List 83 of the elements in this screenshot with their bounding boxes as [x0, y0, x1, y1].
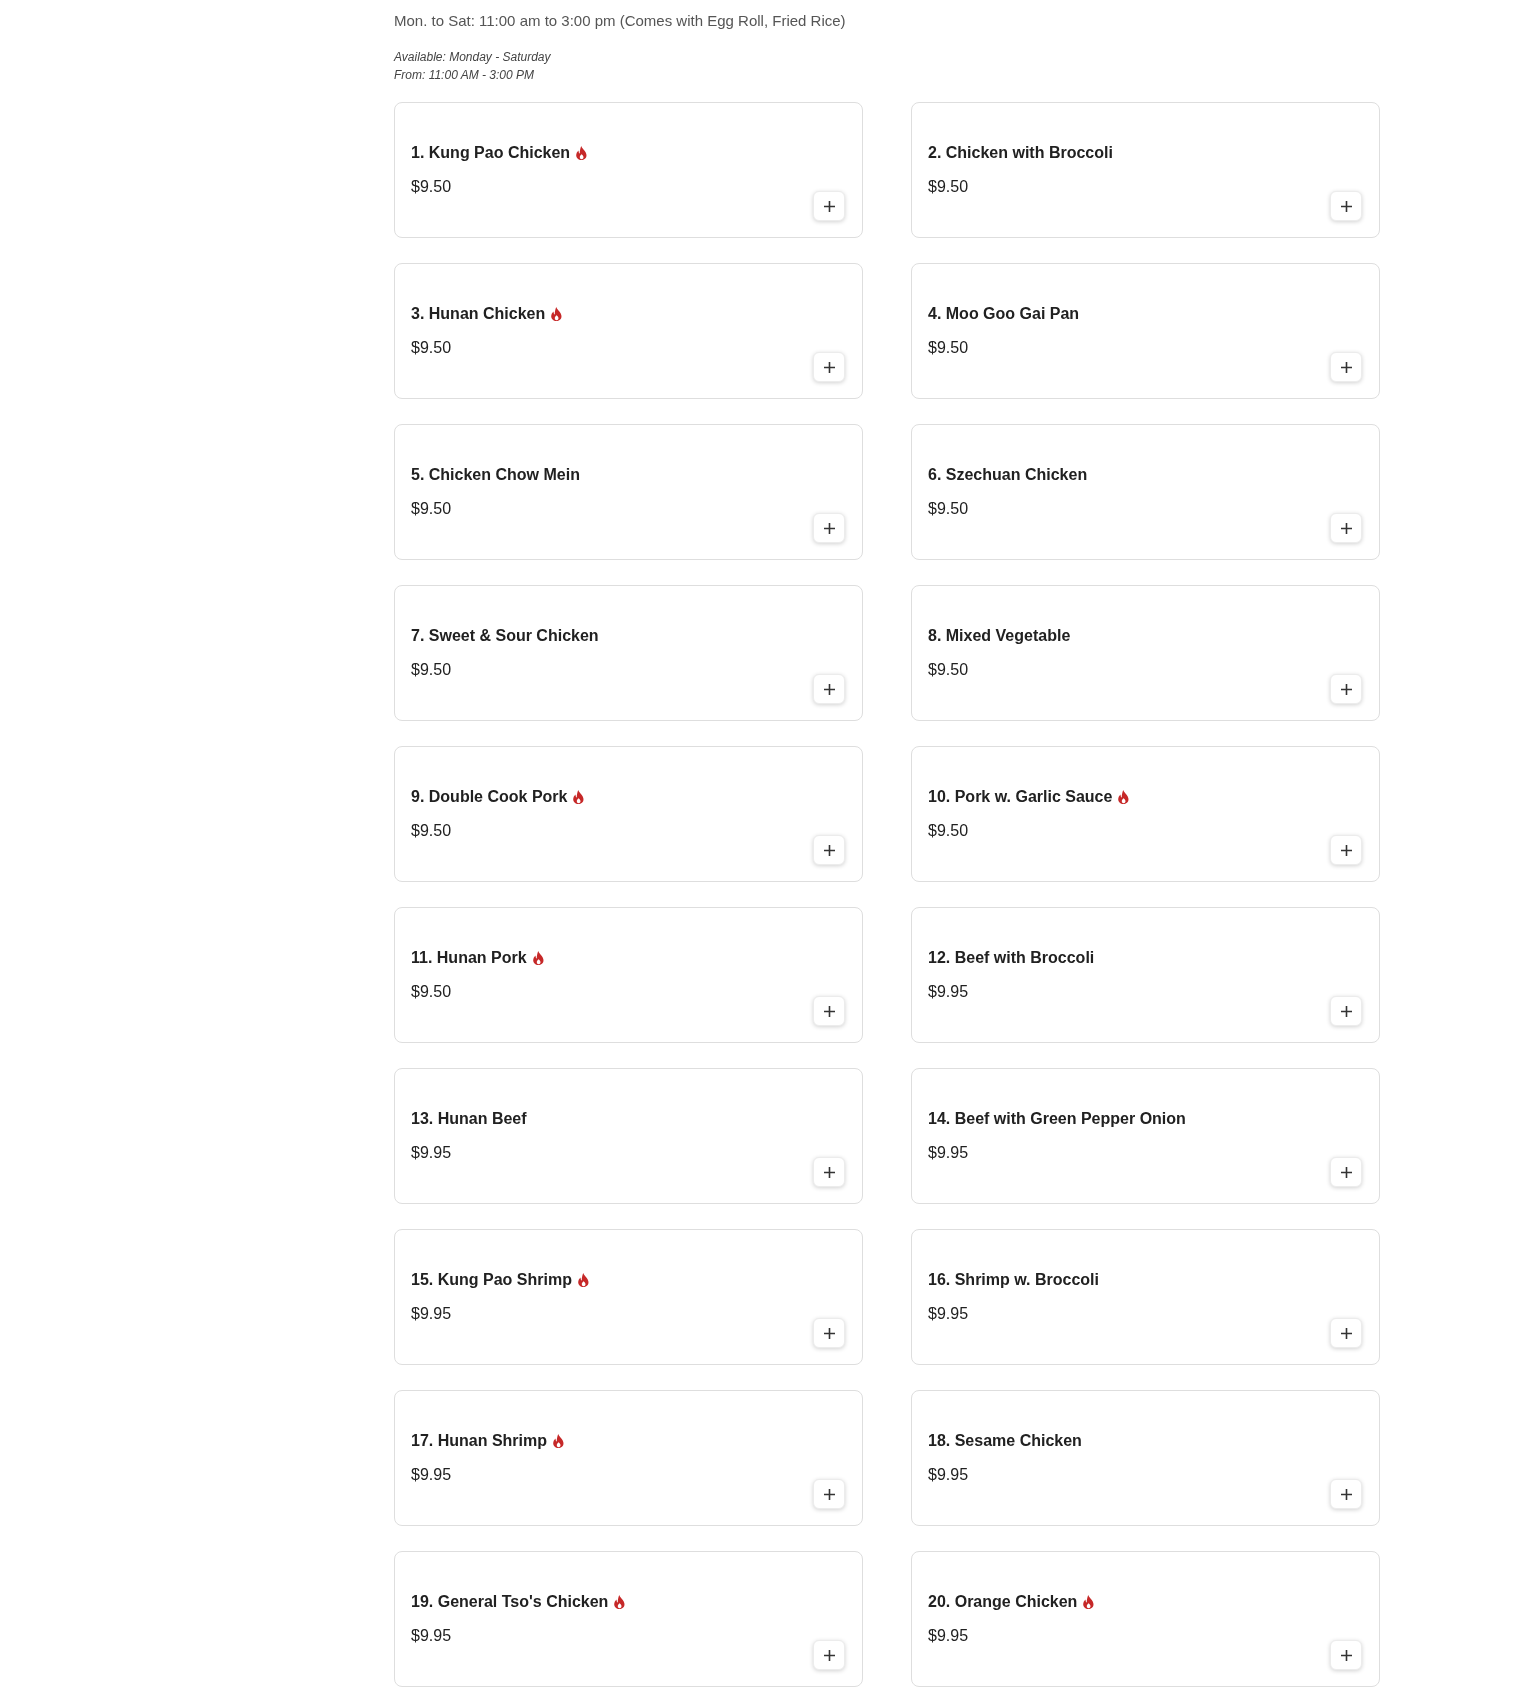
plus-icon — [823, 1649, 835, 1661]
plus-icon — [1340, 1005, 1352, 1017]
item-name: 17. Hunan Shrimp — [411, 1431, 548, 1451]
plus-icon — [1340, 683, 1352, 695]
plus-icon — [1340, 361, 1352, 373]
plus-icon — [823, 683, 835, 695]
add-button[interactable] — [813, 1640, 845, 1670]
item-price: $9.95 — [928, 982, 970, 1002]
add-button[interactable] — [1330, 191, 1362, 221]
item-name: 4. Moo Goo Gai Pan — [928, 304, 1080, 324]
item-price: $9.50 — [928, 338, 970, 358]
item-name: 5. Chicken Chow Mein — [411, 465, 580, 485]
item-name: 13. Hunan Beef — [411, 1109, 527, 1129]
plus-icon — [1340, 844, 1352, 856]
plus-icon — [823, 1166, 835, 1178]
plus-icon — [1340, 1166, 1352, 1178]
item-price: $9.50 — [411, 499, 453, 519]
item-price: $9.95 — [928, 1626, 970, 1646]
add-button[interactable] — [1330, 513, 1362, 543]
add-button[interactable] — [1330, 1318, 1362, 1348]
item-name: 8. Mixed Vegetable — [928, 626, 1071, 646]
add-button[interactable] — [813, 835, 845, 865]
hours-text: Mon. to Sat: 11:00 am to 3:00 pm (Comes with Egg Roll, Fried Rice) — [394, 11, 847, 31]
item-price: $9.50 — [411, 338, 453, 358]
item-name: 3. Hunan Chicken — [411, 304, 546, 324]
item-price: $9.50 — [928, 499, 970, 519]
item-price: $9.95 — [928, 1304, 970, 1324]
plus-icon — [1340, 1488, 1352, 1500]
plus-icon — [823, 1327, 835, 1339]
plus-icon — [823, 844, 835, 856]
add-button[interactable] — [1330, 1640, 1362, 1670]
add-button[interactable] — [813, 191, 845, 221]
availability-text: Available: Monday - Saturday — [394, 49, 552, 66]
item-name: 19. General Tso's Chicken — [411, 1592, 609, 1612]
item-name: 18. Sesame Chicken — [928, 1431, 1082, 1451]
add-button[interactable] — [1330, 674, 1362, 704]
item-name: 6. Szechuan Chicken — [928, 465, 1088, 485]
plus-icon — [823, 1005, 835, 1017]
item-price: $9.50 — [928, 177, 970, 197]
plus-icon — [1340, 522, 1352, 534]
item-name: 20. Orange Chicken — [928, 1592, 1078, 1612]
plus-icon — [823, 522, 835, 534]
plus-icon — [823, 361, 835, 373]
item-name: 12. Beef with Broccoli — [928, 948, 1095, 968]
item-price: $9.95 — [411, 1143, 453, 1163]
add-button[interactable] — [1330, 352, 1362, 382]
add-button[interactable] — [813, 513, 845, 543]
item-price: $9.50 — [411, 177, 453, 197]
item-price: $9.50 — [411, 660, 453, 680]
item-name: 1. Kung Pao Chicken — [411, 143, 571, 163]
item-price: $9.95 — [928, 1143, 970, 1163]
item-price: $9.95 — [411, 1465, 453, 1485]
item-name: 16. Shrimp w. Broccoli — [928, 1270, 1099, 1290]
plus-icon — [823, 200, 835, 212]
item-name: 7. Sweet & Sour Chicken — [411, 626, 599, 646]
item-price: $9.50 — [928, 660, 970, 680]
plus-icon — [823, 1488, 835, 1500]
add-button[interactable] — [813, 1479, 845, 1509]
item-name: 14. Beef with Green Pepper Onion — [928, 1109, 1186, 1129]
plus-icon — [1340, 200, 1352, 212]
item-name: 10. Pork w. Garlic Sauce — [928, 787, 1113, 807]
add-button[interactable] — [813, 1318, 845, 1348]
item-price: $9.50 — [928, 821, 970, 841]
add-button[interactable] — [1330, 835, 1362, 865]
add-button[interactable] — [813, 674, 845, 704]
add-button[interactable] — [813, 1157, 845, 1187]
item-price: $9.50 — [411, 982, 453, 1002]
item-price: $9.50 — [411, 821, 453, 841]
item-price: $9.95 — [411, 1626, 453, 1646]
item-price: $9.95 — [411, 1304, 453, 1324]
item-name: 9. Double Cook Pork — [411, 787, 568, 807]
plus-icon — [1340, 1327, 1352, 1339]
add-button[interactable] — [1330, 1157, 1362, 1187]
add-button[interactable] — [813, 996, 845, 1026]
availability-text: From: 11:00 AM - 3:00 PM — [394, 67, 536, 84]
add-button[interactable] — [1330, 1479, 1362, 1509]
item-name: 11. Hunan Pork — [411, 948, 527, 968]
plus-icon — [1340, 1649, 1352, 1661]
add-button[interactable] — [813, 352, 845, 382]
item-name: 15. Kung Pao Shrimp — [411, 1270, 572, 1290]
item-price: $9.95 — [928, 1465, 970, 1485]
add-button[interactable] — [1330, 996, 1362, 1026]
item-name: 2. Chicken with Broccoli — [928, 143, 1113, 163]
